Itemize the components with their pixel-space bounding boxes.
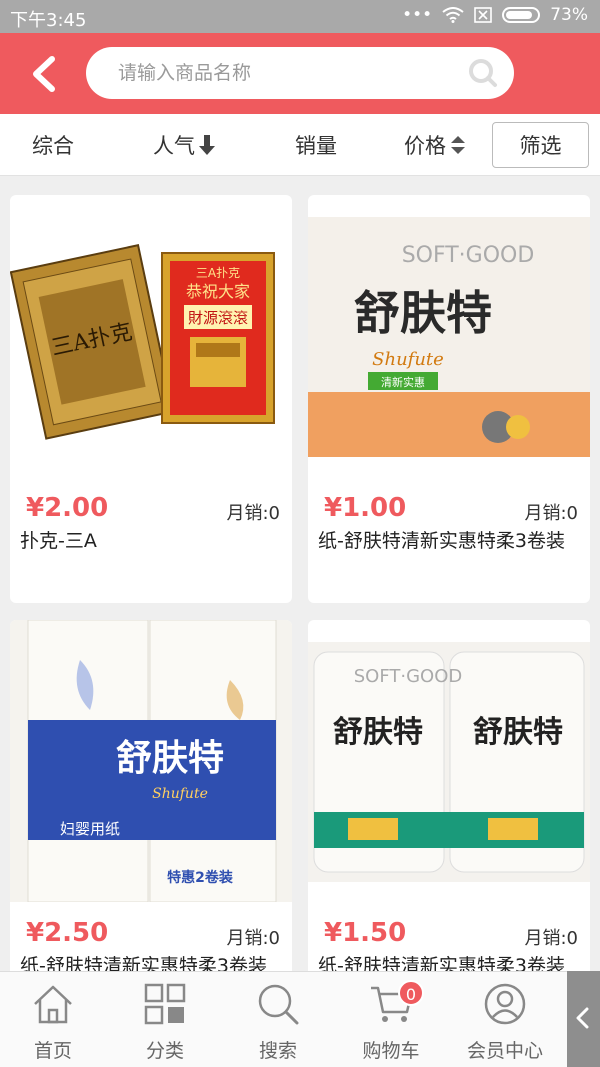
product-image-tissue-blue: 舒肤特 Shufute 妇婴用纸 特惠2卷装: [10, 620, 292, 902]
header: [0, 33, 600, 114]
status-bar: 下午3:45 ••• 73%: [0, 0, 600, 33]
brand-text: 舒肤特: [116, 738, 224, 779]
search-input[interactable]: [118, 47, 448, 99]
filter-button[interactable]: 筛选: [492, 122, 589, 168]
sort-bar: 综合 人气 销量 价格 筛选: [0, 114, 600, 176]
product-sales: 月销:0: [226, 499, 280, 525]
sort-sales-label: 销量: [295, 134, 337, 158]
promo-label: 特惠2卷装: [167, 869, 234, 886]
product-title: 纸-舒肤特清新实惠特柔3卷装: [20, 955, 267, 971]
sort-popularity[interactable]: 人气: [153, 130, 215, 160]
brand-en-text: Shufute: [152, 786, 208, 802]
soft-good-text: SOFT·GOOD: [402, 243, 535, 268]
sales-label: 月销:: [226, 928, 269, 949]
sort-composite-label: 综合: [32, 134, 74, 158]
search-icon: [258, 984, 299, 1025]
product-title: 纸-舒肤特清新实惠特柔3卷装: [318, 530, 565, 552]
side-expand-tab[interactable]: [567, 971, 600, 1067]
wifi-icon: [442, 7, 464, 23]
tab-category[interactable]: 分类: [110, 972, 220, 1067]
search-icon[interactable]: [468, 58, 498, 88]
brand-text: 舒肤特: [354, 286, 492, 340]
tab-category-label: 分类: [145, 1040, 184, 1062]
sort-price[interactable]: 价格: [404, 130, 466, 160]
soft-good-text: SOFT·GOOD: [354, 666, 463, 687]
product-price: ¥2.00: [26, 493, 109, 523]
battery-percent: 73%: [550, 5, 588, 25]
tab-home-label: 首页: [33, 1040, 72, 1062]
brand-text-left: 舒肤特: [333, 715, 423, 750]
sales-count: 0: [268, 503, 280, 524]
arrow-down-icon: [199, 135, 215, 155]
product-price: ¥1.50: [324, 918, 407, 948]
poker-box-banner-text: 財源滾滾: [188, 309, 248, 327]
sub-label: 妇婴用纸: [60, 820, 120, 838]
status-indicators: ••• 73%: [402, 5, 588, 25]
sales-count: 0: [566, 503, 578, 524]
search-bar: [86, 47, 514, 99]
grid-icon: [144, 983, 186, 1025]
product-image-poker: 三A扑克 三A扑克 恭祝大家 財源滾滾: [10, 217, 292, 457]
sales-label: 月销:: [226, 503, 269, 524]
sort-price-label: 价格: [404, 134, 446, 158]
tab-cart[interactable]: 0 购物车: [336, 972, 446, 1067]
back-arrow-icon[interactable]: [28, 55, 62, 93]
product-title: 纸-舒肤特清新实惠特柔3卷装: [318, 955, 565, 971]
product-card[interactable]: 三A扑克 三A扑克 恭祝大家 財源滾滾 ¥2.00 月销:0 扑克-三A: [10, 195, 292, 603]
product-price: ¥1.00: [324, 493, 407, 523]
battery-icon: [502, 7, 541, 23]
sales-label: 月销:: [524, 503, 567, 524]
status-time: 下午3:45: [10, 10, 87, 31]
sales-label: 月销:: [524, 928, 567, 949]
fresh-tag: 清新实惠: [381, 375, 425, 389]
home-icon: [34, 985, 72, 1024]
product-card[interactable]: SOFT·GOOD 舒肤特 舒肤特 ¥1.50 月销:0 纸-舒肤特清新实惠特柔…: [308, 620, 590, 971]
tab-cart-label: 购物车: [362, 1040, 420, 1062]
product-title: 扑克-三A: [20, 530, 97, 552]
chevron-left-icon: [576, 1007, 589, 1029]
cart-count-badge: 0: [398, 980, 424, 1006]
product-price: ¥2.50: [26, 918, 109, 948]
sort-composite[interactable]: 综合: [32, 130, 74, 160]
product-image-tissue: SOFT·GOOD 舒肤特 Shufute 清新实惠: [308, 217, 590, 457]
tab-search-label: 搜索: [258, 1040, 297, 1062]
tab-search[interactable]: 搜索: [223, 972, 333, 1067]
tab-member-label: 会员中心: [466, 1040, 543, 1062]
poker-box-mid-text: 恭祝大家: [186, 282, 250, 301]
product-card[interactable]: 舒肤特 Shufute 妇婴用纸 特惠2卷装 ¥2.50 月销:0 纸-舒肤特清…: [10, 620, 292, 971]
sales-count: 0: [268, 928, 280, 949]
sort-sales[interactable]: 销量: [295, 130, 337, 160]
product-grid: 三A扑克 三A扑克 恭祝大家 財源滾滾 ¥2.00 月销:0 扑克-三A SOF…: [0, 176, 600, 971]
brand-text-right: 舒肤特: [473, 715, 563, 750]
product-sales: 月销:0: [226, 924, 280, 950]
product-image-tissue-rolls: SOFT·GOOD 舒肤特 舒肤特: [308, 642, 590, 882]
sim-icon: [474, 7, 493, 23]
sales-count: 0: [566, 928, 578, 949]
sort-updown-icon: [451, 136, 465, 154]
tab-member[interactable]: 会员中心: [450, 972, 560, 1067]
user-icon: [484, 983, 526, 1025]
bottom-tab-bar: 首页 分类 搜索 0 购物车 会员中心: [0, 971, 600, 1067]
sort-popularity-label: 人气: [153, 134, 195, 158]
product-sales: 月销:0: [524, 924, 578, 950]
poker-box-top-text: 三A扑克: [196, 266, 240, 280]
more-dots-icon: •••: [402, 5, 433, 25]
tab-home[interactable]: 首页: [0, 972, 108, 1067]
brand-en-text: Shufute: [372, 349, 444, 370]
product-card[interactable]: SOFT·GOOD 舒肤特 Shufute 清新实惠 ¥1.00 月销:0 纸-…: [308, 195, 590, 603]
product-sales: 月销:0: [524, 499, 578, 525]
